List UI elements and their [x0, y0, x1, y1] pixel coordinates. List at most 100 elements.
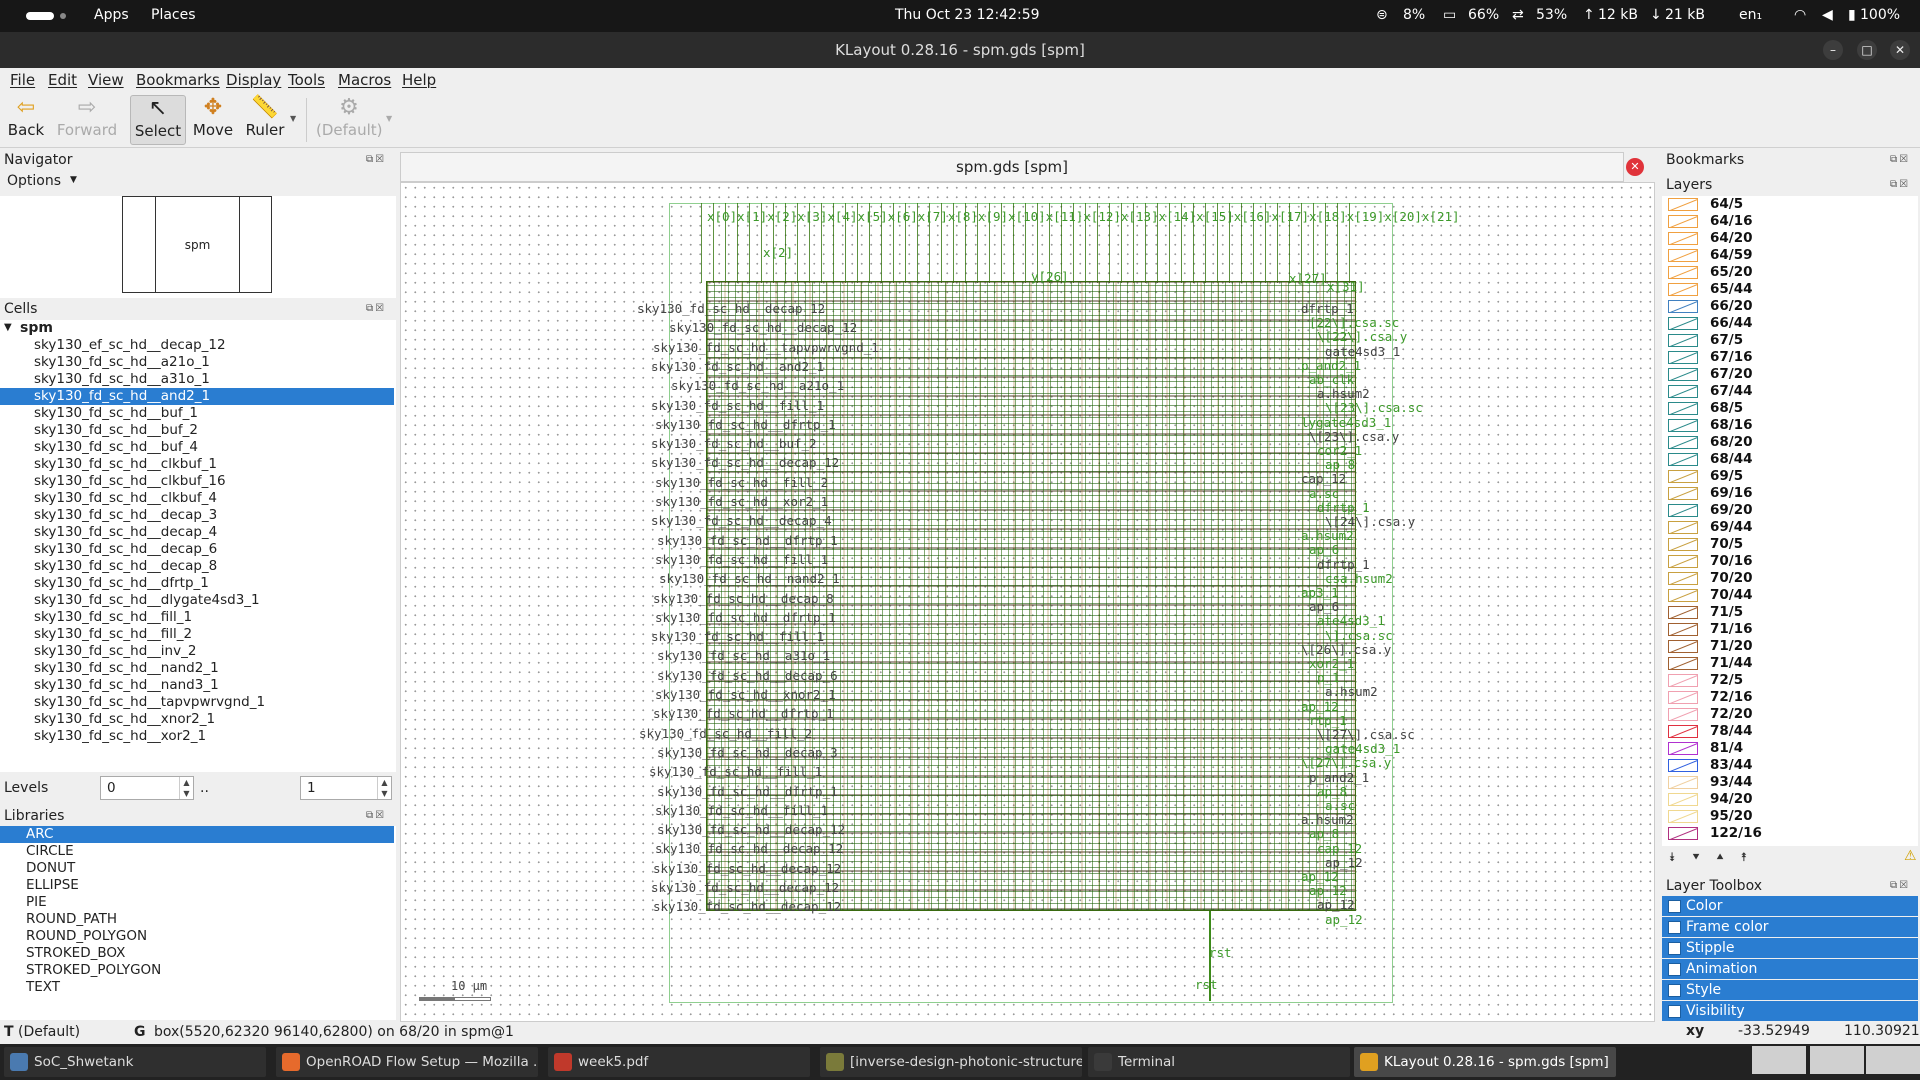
layer-row[interactable]: 70/44: [1668, 587, 1908, 604]
layer-row[interactable]: 71/20: [1668, 638, 1908, 655]
layer-swatch-icon[interactable]: [1668, 640, 1698, 653]
cell-list-item[interactable]: sky130_fd_sc_hd__decap_8: [0, 558, 394, 575]
layer-row[interactable]: 70/5: [1668, 536, 1908, 553]
back-button[interactable]: ⇦ Back: [6, 95, 46, 145]
library-list-item[interactable]: STROKED_POLYGON: [0, 962, 394, 979]
taskbar-button[interactable]: week5.pdf: [548, 1047, 810, 1077]
layer-row[interactable]: 66/20: [1668, 298, 1908, 315]
layer-swatch-icon[interactable]: [1668, 691, 1698, 704]
layer-swatch-icon[interactable]: [1668, 487, 1698, 500]
menu-view[interactable]: View: [88, 71, 124, 89]
navigator-options-menu[interactable]: Options: [7, 173, 61, 189]
layer-row[interactable]: 95/20: [1668, 808, 1908, 825]
layer-row[interactable]: 67/44: [1668, 383, 1908, 400]
libraries-float-close-icons[interactable]: ⧉☒: [366, 810, 386, 821]
cell-list-item[interactable]: sky130_fd_sc_hd__tapvpwrvgnd_1: [0, 694, 394, 711]
default-mode-button[interactable]: ⚙ (Default): [316, 95, 383, 145]
layer-row[interactable]: 68/5: [1668, 400, 1908, 417]
cell-list-item[interactable]: sky130_fd_sc_hd__xor2_1: [0, 728, 394, 745]
layer-swatch-icon[interactable]: [1668, 793, 1698, 806]
apps-menu[interactable]: Apps: [94, 7, 129, 23]
layer-swatch-icon[interactable]: [1668, 317, 1698, 330]
workspace-indicator[interactable]: [26, 12, 54, 20]
library-list-item[interactable]: ELLIPSE: [0, 877, 394, 894]
default-dropdown-chevron-icon[interactable]: ▼: [386, 114, 392, 123]
layer-swatch-icon[interactable]: [1668, 674, 1698, 687]
layer-row[interactable]: 69/16: [1668, 485, 1908, 502]
layer-row[interactable]: 72/20: [1668, 706, 1908, 723]
taskbar-workspace-3[interactable]: [1866, 1046, 1920, 1074]
taskbar-button[interactable]: SoC_Shwetank: [4, 1047, 266, 1077]
layout-tab-title[interactable]: spm.gds [spm]: [400, 152, 1624, 182]
maximize-button[interactable]: □: [1857, 40, 1877, 60]
cell-list-item[interactable]: sky130_fd_sc_hd__decap_4: [0, 524, 394, 541]
layer-swatch-icon[interactable]: [1668, 555, 1698, 568]
cell-list-item[interactable]: sky130_fd_sc_hd__buf_1: [0, 405, 394, 422]
layer-row[interactable]: 81/4: [1668, 740, 1908, 757]
layer-row[interactable]: 94/20: [1668, 791, 1908, 808]
library-list-item[interactable]: STROKED_BOX: [0, 945, 394, 962]
layer-swatch-icon[interactable]: [1668, 827, 1698, 840]
cell-list-item[interactable]: sky130_fd_sc_hd__a21o_1: [0, 354, 394, 371]
layer-toolbox-item[interactable]: Frame color: [1662, 917, 1918, 937]
layer-swatch-icon[interactable]: [1668, 334, 1698, 347]
ruler-tool-button[interactable]: 📏 Ruler: [244, 95, 286, 145]
cell-list-item[interactable]: sky130_fd_sc_hd__nand2_1: [0, 660, 394, 677]
cell-list-item[interactable]: sky130_fd_sc_hd__decap_6: [0, 541, 394, 558]
layer-row[interactable]: 68/16: [1668, 417, 1908, 434]
layer-row[interactable]: 93/44: [1668, 774, 1908, 791]
cell-list-item[interactable]: sky130_fd_sc_hd__nand3_1: [0, 677, 394, 694]
cell-list-item[interactable]: sky130_fd_sc_hd__clkbuf_1: [0, 456, 394, 473]
menu-help[interactable]: Help: [402, 71, 436, 89]
layer-swatch-icon[interactable]: [1668, 742, 1698, 755]
library-list-item[interactable]: ARC: [0, 826, 394, 843]
move-tool-button[interactable]: ✥ Move: [192, 95, 234, 145]
move-layer-down-icon[interactable]: ⯆: [1686, 848, 1706, 866]
layer-swatch-icon[interactable]: [1668, 419, 1698, 432]
layer-swatch-icon[interactable]: [1668, 300, 1698, 313]
layer-row[interactable]: 69/5: [1668, 468, 1908, 485]
layer-swatch-icon[interactable]: [1668, 198, 1698, 211]
close-window-button[interactable]: ✕: [1890, 40, 1910, 60]
layer-toolbox-item[interactable]: Color: [1662, 896, 1918, 916]
layer-row[interactable]: 64/16: [1668, 213, 1908, 230]
layer-swatch-icon[interactable]: [1668, 606, 1698, 619]
layers-list[interactable]: 64/5 64/16 64/20 64/59 65/20 65/44 66/20 66/44 6…: [1662, 196, 1918, 846]
layer-toolbox-item[interactable]: Visibility: [1662, 1001, 1918, 1021]
layer-row[interactable]: 70/20: [1668, 570, 1908, 587]
taskbar-workspace-2[interactable]: [1810, 1046, 1864, 1074]
cells-float-close-icons[interactable]: ⧉☒: [366, 303, 386, 314]
layer-swatch-icon[interactable]: [1668, 708, 1698, 721]
taskbar-button[interactable]: [inverse-design-photonic-structure...: [820, 1047, 1082, 1077]
cell-list-item[interactable]: sky130_fd_sc_hd__fill_2: [0, 626, 394, 643]
library-list-item[interactable]: PIE: [0, 894, 394, 911]
options-chevron-icon[interactable]: ▼: [70, 175, 77, 185]
library-list-item[interactable]: TEXT: [0, 979, 394, 996]
layer-swatch-icon[interactable]: [1668, 657, 1698, 670]
layer-row[interactable]: 78/44: [1668, 723, 1908, 740]
layer-swatch-icon[interactable]: [1668, 351, 1698, 364]
layer-row[interactable]: 65/44: [1668, 281, 1908, 298]
layers-float-close-icons[interactable]: ⧉☒: [1890, 179, 1910, 190]
layer-row[interactable]: 71/44: [1668, 655, 1908, 672]
layer-swatch-icon[interactable]: [1668, 572, 1698, 585]
cell-list-item[interactable]: sky130_fd_sc_hd__and2_1: [0, 388, 394, 405]
cell-root[interactable]: spm: [20, 320, 53, 336]
layout-canvas[interactable]: x[0]x[1]x[2]x[3]x[4]x[5]x[6]x[7]x[8]x[9]…: [400, 182, 1655, 1022]
move-layer-bottom-icon[interactable]: ⯯: [1662, 848, 1682, 866]
cell-list-item[interactable]: sky130_fd_sc_hd__inv_2: [0, 643, 394, 660]
select-tool-button[interactable]: ↖ Select: [130, 95, 186, 145]
menu-edit[interactable]: Edit: [48, 71, 77, 89]
keyboard-layout[interactable]: en₁: [1739, 7, 1762, 23]
cell-list-item[interactable]: sky130_fd_sc_hd__fill_1: [0, 609, 394, 626]
layer-row[interactable]: 67/20: [1668, 366, 1908, 383]
library-list-item[interactable]: CIRCLE: [0, 843, 394, 860]
layer-swatch-icon[interactable]: [1668, 521, 1698, 534]
layer-row[interactable]: 64/20: [1668, 230, 1908, 247]
battery-icon[interactable]: ▮: [1848, 7, 1856, 23]
layer-swatch-icon[interactable]: [1668, 453, 1698, 466]
layer-swatch-icon[interactable]: [1668, 504, 1698, 517]
places-menu[interactable]: Places: [151, 7, 196, 23]
layer-swatch-icon[interactable]: [1668, 759, 1698, 772]
layer-row[interactable]: 71/5: [1668, 604, 1908, 621]
